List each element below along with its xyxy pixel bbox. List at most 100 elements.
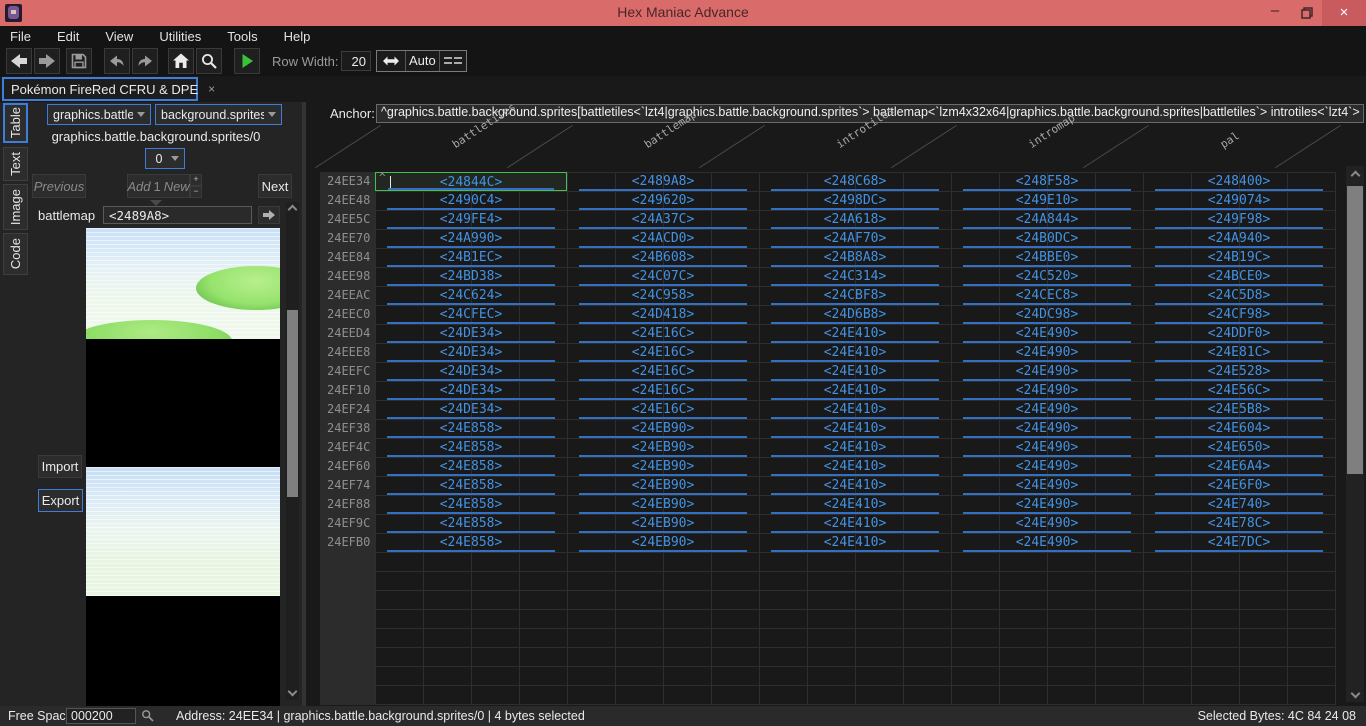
pointer-cell-pal[interactable]: <24B19C> [1143,248,1335,267]
pointer-cell-pal[interactable]: <24E56C> [1143,381,1335,400]
free-space-input[interactable] [66,708,136,724]
pointer-cell-pal[interactable]: <24BCE0> [1143,267,1335,286]
pointer-cell-introtiles[interactable]: <24CBF8> [759,286,951,305]
menu-edit[interactable]: Edit [57,29,79,44]
pointer-cell-introtiles[interactable]: <248C68> [759,172,951,191]
pointer-cell-pal[interactable]: <24E7DC> [1143,533,1335,552]
close-button[interactable]: × [1322,0,1366,26]
pointer-cell-introtiles[interactable]: <24AF70> [759,229,951,248]
pointer-cell-battlemap[interactable]: <24E16C> [567,400,759,419]
pointer-cell-battletiles[interactable]: <24C624> [375,286,567,305]
pointer-cell-intromap[interactable]: <24E490> [951,400,1143,419]
pointer-cell-battletiles[interactable]: <24BD38> [375,267,567,286]
pointer-cell-pal[interactable]: <24E650> [1143,438,1335,457]
stepper-up[interactable]: + [190,174,202,186]
pointer-cell-pal[interactable]: <24E78C> [1143,514,1335,533]
pointer-cell-pal[interactable]: <24A940> [1143,229,1335,248]
pointer-cell-intromap[interactable]: <24C520> [951,267,1143,286]
battlemap-pointer-input[interactable] [103,206,252,224]
pointer-cell-intromap[interactable]: <24B0DC> [951,229,1143,248]
pointer-cell-battlemap[interactable]: <24ACD0> [567,229,759,248]
pointer-cell-introtiles[interactable]: <24E410> [759,381,951,400]
menu-utilities[interactable]: Utilities [159,29,201,44]
pointer-cell-intromap[interactable]: <24E490> [951,438,1143,457]
side-panel-scrollbar[interactable] [286,202,299,700]
pointer-cell-battletiles[interactable]: <24DE34> [375,400,567,419]
auto-width-toggle[interactable]: Auto [405,51,440,71]
pointer-cell-battlemap[interactable]: <24A37C> [567,210,759,229]
pointer-cell-battlemap[interactable]: <24C958> [567,286,759,305]
pointer-cell-battletiles[interactable]: <24DE34> [375,324,567,343]
pointer-cell-battlemap[interactable]: <24EB90> [567,476,759,495]
pointer-cell-pal[interactable]: <24E740> [1143,495,1335,514]
pointer-cell-battletiles[interactable]: <24E858> [375,533,567,552]
pointer-cell-introtiles[interactable]: <24E410> [759,438,951,457]
pointer-cell-intromap[interactable]: <24E490> [951,514,1143,533]
goto-pointer-button[interactable] [258,206,280,224]
sprite-preview[interactable] [86,228,280,706]
next-button[interactable]: Next [258,174,292,198]
pointer-cell-introtiles[interactable]: <24E410> [759,476,951,495]
pointer-cell-battletiles[interactable]: <24844C>^ [375,172,567,191]
row-width-input[interactable] [341,51,371,71]
pointer-cell-battlemap[interactable]: <24C07C> [567,267,759,286]
pointer-cell-intromap[interactable]: <24E490> [951,533,1143,552]
pointer-cell-battlemap[interactable]: <24EB90> [567,495,759,514]
pointer-cell-introtiles[interactable]: <24E410> [759,495,951,514]
pointer-cell-battlemap[interactable]: <24EB90> [567,419,759,438]
back-button[interactable] [6,48,32,74]
pointer-cell-battletiles[interactable]: <24E858> [375,495,567,514]
fit-width-button[interactable] [377,51,405,71]
namespace-dropdown[interactable]: graphics.battle [47,104,151,125]
pointer-cell-introtiles[interactable]: <24E410> [759,514,951,533]
previous-button[interactable]: Previous [32,174,86,198]
pointer-cell-battlemap[interactable]: <24EB90> [567,533,759,552]
pointer-cell-intromap[interactable]: <24E490> [951,343,1143,362]
pointer-cell-introtiles[interactable]: <24A618> [759,210,951,229]
pointer-cell-pal[interactable]: <24E528> [1143,362,1335,381]
menu-tools[interactable]: Tools [227,29,257,44]
pointer-cell-introtiles[interactable]: <24E410> [759,419,951,438]
pointer-cell-pal[interactable]: <24E5B8> [1143,400,1335,419]
pointer-cell-introtiles[interactable]: <24D6B8> [759,305,951,324]
menu-file[interactable]: File [10,29,31,44]
export-button[interactable]: Export [38,489,83,512]
scroll-up-icon[interactable] [286,202,299,216]
pointer-cell-battletiles[interactable]: <24E858> [375,514,567,533]
pointer-cell-pal[interactable]: <24E604> [1143,419,1335,438]
element-index-dropdown[interactable]: 0 [145,148,185,169]
add-count-stepper[interactable]: + − [190,174,202,198]
pointer-cell-battletiles[interactable]: <24A990> [375,229,567,248]
scroll-down-icon[interactable] [286,684,299,698]
sidebar-tab-code[interactable]: Code [3,233,28,275]
pointer-cell-introtiles[interactable]: <24E410> [759,533,951,552]
pointer-cell-battlemap[interactable]: <24D418> [567,305,759,324]
pointer-cell-pal[interactable]: <24CF98> [1143,305,1335,324]
pointer-cell-intromap[interactable]: <24A844> [951,210,1143,229]
pointer-cell-battletiles[interactable]: <24DE34> [375,362,567,381]
pointer-cell-intromap[interactable]: <24E490> [951,324,1143,343]
pointer-cell-intromap[interactable]: <248F58> [951,172,1143,191]
pointer-cell-pal[interactable]: <24DDF0> [1143,324,1335,343]
pointer-cell-pal[interactable]: <24E81C> [1143,343,1335,362]
redo-button[interactable] [132,48,158,74]
pointer-cell-battletiles[interactable]: <249FE4> [375,210,567,229]
pointer-cell-pal[interactable]: <249074> [1143,191,1335,210]
save-button[interactable] [66,48,92,74]
scroll-up-icon[interactable] [1346,168,1364,182]
pointer-cell-pal[interactable]: <24E6A4> [1143,457,1335,476]
pointer-cell-battletiles[interactable]: <24B1EC> [375,248,567,267]
pointer-cell-introtiles[interactable]: <2498DC> [759,191,951,210]
sidebar-tab-text[interactable]: Text [3,147,28,181]
pointer-cell-battlemap[interactable]: <2489A8> [567,172,759,191]
restore-button[interactable] [1290,0,1324,26]
search-button[interactable] [196,48,222,74]
menu-help[interactable]: Help [284,29,311,44]
tab-pokemon-firered[interactable]: Pokémon FireRed CFRU & DPE × [2,77,198,101]
pointer-cell-introtiles[interactable]: <24E410> [759,362,951,381]
pointer-cell-battletiles[interactable]: <24E858> [375,438,567,457]
pointer-cell-intromap[interactable]: <24E490> [951,381,1143,400]
pointer-cell-battletiles[interactable]: <2490C4> [375,191,567,210]
pointer-cell-battlemap[interactable]: <24E16C> [567,381,759,400]
tab-close-icon[interactable]: × [208,82,215,96]
